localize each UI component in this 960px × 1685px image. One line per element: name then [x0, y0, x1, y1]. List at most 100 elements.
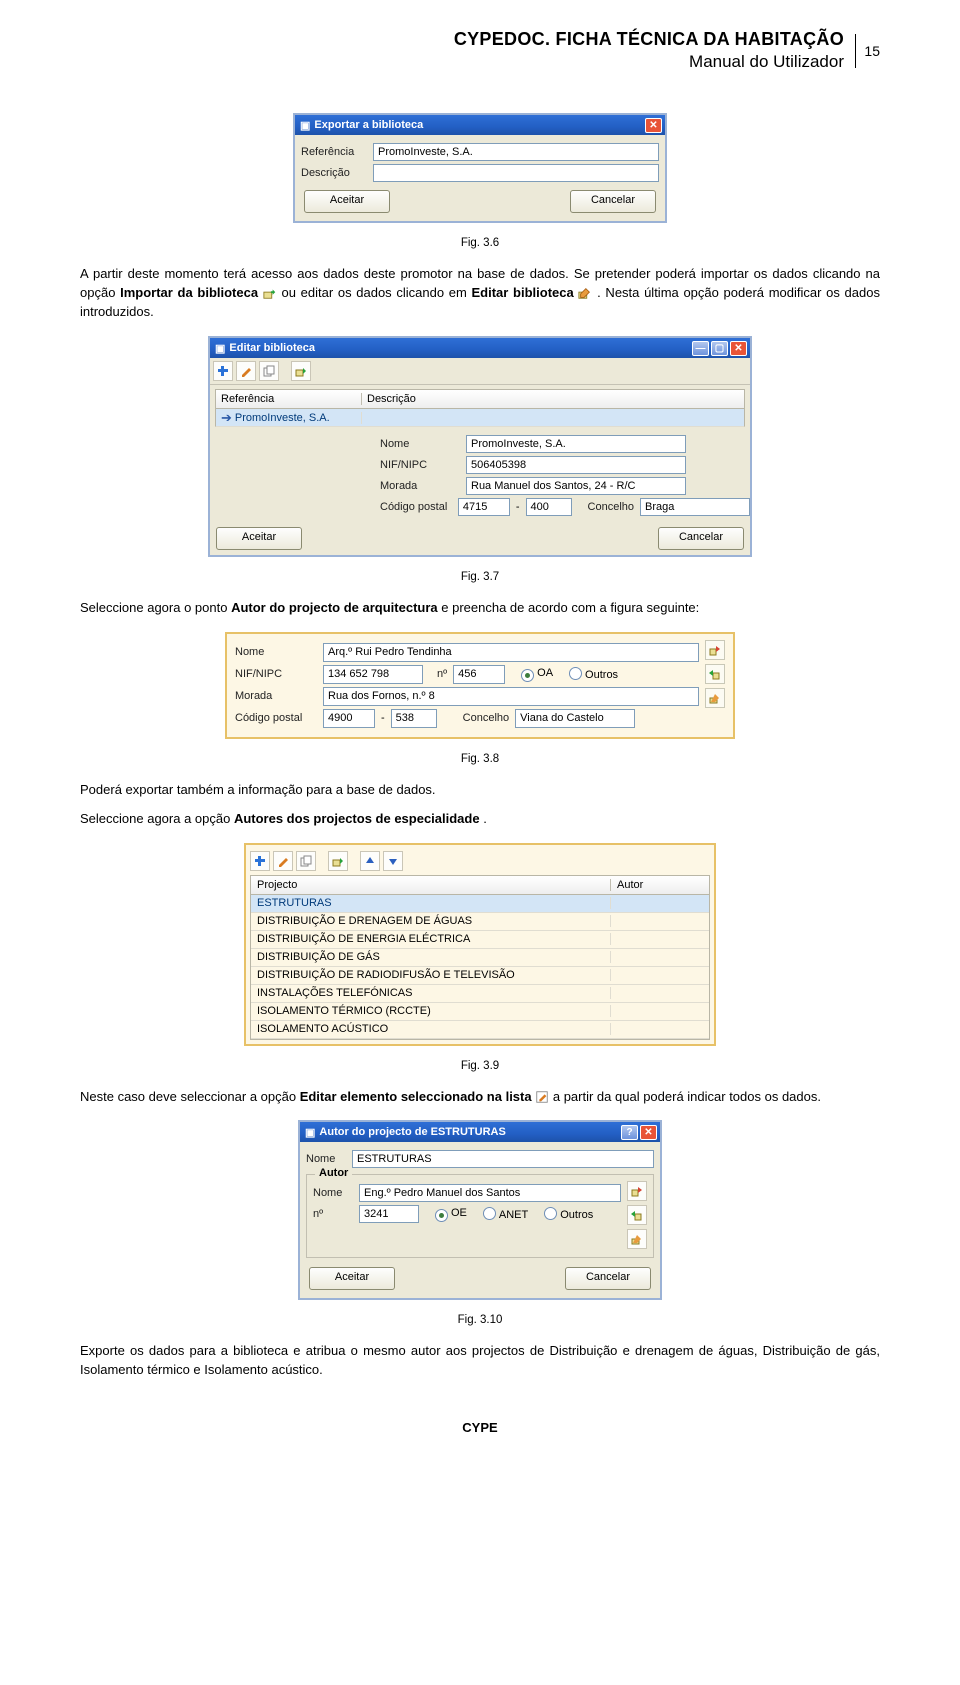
nif-label: NIF/NIPC [235, 668, 317, 680]
address-label: Morada [235, 690, 317, 702]
table-row[interactable]: ESTRUTURAS [251, 895, 709, 913]
app-icon: ▣ [305, 1126, 315, 1139]
project-author-dialog: ▣ Autor do projecto de ESTRUTURAS ? ✕ No… [298, 1120, 662, 1300]
accept-button[interactable]: Aceitar [309, 1267, 395, 1290]
accept-button[interactable]: Aceitar [216, 527, 302, 550]
address-input[interactable]: Rua Manuel dos Santos, 24 - R/C [466, 477, 686, 495]
paragraph-1: A partir deste momento terá acesso aos d… [80, 265, 880, 322]
copy-item-icon[interactable] [296, 851, 316, 871]
dialog-titlebar: ▣ Autor do projecto de ESTRUTURAS ? ✕ [300, 1122, 660, 1142]
import-icon[interactable] [328, 851, 348, 871]
figure-caption: Fig. 3.6 [80, 237, 880, 249]
paragraph-3: Poderá exportar também a informação para… [80, 781, 880, 800]
close-icon[interactable]: ✕ [645, 118, 662, 133]
edit-item-icon[interactable] [273, 851, 293, 871]
import-icon[interactable] [291, 361, 311, 381]
description-input[interactable] [373, 164, 659, 182]
radio-outros[interactable]: Outros [544, 1207, 593, 1221]
radio-oe[interactable]: OE [435, 1207, 467, 1222]
edit-form: Nome PromoInveste, S.A. NIF/NIPC 5064053… [380, 435, 750, 516]
nif-input[interactable]: 506405398 [466, 456, 686, 474]
move-down-icon[interactable] [383, 851, 403, 871]
name-label: Nome [306, 1153, 346, 1165]
dialog-titlebar: ▣ Editar biblioteca — ▢ ✕ [210, 338, 750, 358]
radio-oa[interactable]: OA [521, 667, 553, 682]
dialog-title: Exportar a biblioteca [314, 119, 643, 131]
table-row[interactable]: ISOLAMENTO TÉRMICO (RCCTE) [251, 1003, 709, 1021]
table-row[interactable]: ➔PromoInveste, S.A. [215, 409, 745, 427]
help-icon[interactable]: ? [621, 1125, 638, 1140]
county-input[interactable]: Braga [640, 498, 750, 516]
reference-input[interactable]: PromoInveste, S.A. [373, 143, 659, 161]
table-header: Referência Descrição [215, 389, 745, 409]
import-library-icon [263, 286, 277, 300]
doc-subtitle: Manual do Utilizador [80, 51, 844, 73]
name-input[interactable]: PromoInveste, S.A. [466, 435, 686, 453]
postal-code-label: Código postal [235, 712, 317, 724]
cancel-button[interactable]: Cancelar [658, 527, 744, 550]
nif-input[interactable]: 134 652 798 [323, 665, 423, 684]
add-item-icon[interactable] [250, 851, 270, 871]
move-up-icon[interactable] [360, 851, 380, 871]
author-groupbox: Autor Nome Eng.º Pedro Manuel dos Santos… [306, 1174, 654, 1258]
paragraph-2: Seleccione agora o ponto Autor do projec… [80, 599, 880, 618]
table-row[interactable]: DISTRIBUIÇÃO E DRENAGEM DE ÁGUAS [251, 913, 709, 931]
radio-outros[interactable]: Outros [569, 667, 618, 681]
column-reference: Referência [216, 393, 362, 405]
table-row[interactable]: DISTRIBUIÇÃO DE ENERGIA ELÉCTRICA [251, 931, 709, 949]
figure-caption: Fig. 3.10 [80, 1314, 880, 1326]
radio-anet[interactable]: ANET [483, 1207, 528, 1221]
postal-code2-input[interactable]: 538 [391, 709, 437, 728]
close-icon[interactable]: ✕ [640, 1125, 657, 1140]
close-icon[interactable]: ✕ [730, 341, 747, 356]
architecture-author-panel: Nome Arq.º Rui Pedro Tendinha NIF/NIPC 1… [225, 632, 735, 739]
county-label: Concelho [463, 712, 509, 724]
edit-library-icon [578, 286, 592, 300]
app-icon: ▣ [215, 342, 225, 355]
county-label: Concelho [588, 501, 634, 513]
postal-code2-input[interactable]: 400 [526, 498, 572, 516]
project-name-input[interactable]: ESTRUTURAS [352, 1150, 654, 1168]
edit-library-icon[interactable] [705, 688, 725, 708]
edit-item-icon[interactable] [236, 361, 256, 381]
postal-sep: - [381, 712, 385, 724]
edit-library-icon[interactable] [627, 1229, 647, 1249]
postal-code1-input[interactable]: 4715 [458, 498, 510, 516]
accept-button[interactable]: Aceitar [304, 190, 390, 213]
figure-caption: Fig. 3.7 [80, 571, 880, 583]
reference-label: Referência [301, 146, 367, 158]
app-icon: ▣ [300, 119, 310, 132]
postal-code-label: Código postal [380, 501, 452, 513]
toolbar [210, 358, 750, 385]
minimize-icon[interactable]: — [692, 341, 709, 356]
edit-library-dialog: ▣ Editar biblioteca — ▢ ✕ Referência Des… [208, 336, 752, 557]
table-row[interactable]: DISTRIBUIÇÃO DE RADIODIFUSÃO E TELEVISÃO [251, 967, 709, 985]
name-label: Nome [380, 438, 460, 450]
edit-item-icon [535, 1090, 549, 1104]
number-input[interactable]: 456 [453, 665, 505, 684]
group-label: Autor [315, 1167, 352, 1179]
export-icon[interactable] [627, 1181, 647, 1201]
maximize-icon[interactable]: ▢ [711, 341, 728, 356]
address-input[interactable]: Rua dos Fornos, n.º 8 [323, 687, 699, 706]
name-input[interactable]: Arq.º Rui Pedro Tendinha [323, 643, 699, 662]
export-icon[interactable] [705, 640, 725, 660]
page-number: 15 [855, 34, 880, 68]
author-name-input[interactable]: Eng.º Pedro Manuel dos Santos [359, 1184, 621, 1202]
cancel-button[interactable]: Cancelar [565, 1267, 651, 1290]
doc-title: CYPEDOC. FICHA TÉCNICA DA HABITAÇÃO [80, 28, 844, 51]
copy-item-icon[interactable] [259, 361, 279, 381]
name-label: Nome [235, 646, 317, 658]
table-row[interactable]: ISOLAMENTO ACÚSTICO [251, 1021, 709, 1039]
page-header: CYPEDOC. FICHA TÉCNICA DA HABITAÇÃO Manu… [80, 28, 880, 73]
import-icon[interactable] [627, 1205, 647, 1225]
number-input[interactable]: 3241 [359, 1205, 419, 1223]
county-input[interactable]: Viana do Castelo [515, 709, 635, 728]
postal-code1-input[interactable]: 4900 [323, 709, 375, 728]
cancel-button[interactable]: Cancelar [570, 190, 656, 213]
add-item-icon[interactable] [213, 361, 233, 381]
table-row[interactable]: DISTRIBUIÇÃO DE GÁS [251, 949, 709, 967]
table-row[interactable]: INSTALAÇÕES TELEFÓNICAS [251, 985, 709, 1003]
column-description: Descrição [362, 393, 744, 405]
import-icon[interactable] [705, 664, 725, 684]
